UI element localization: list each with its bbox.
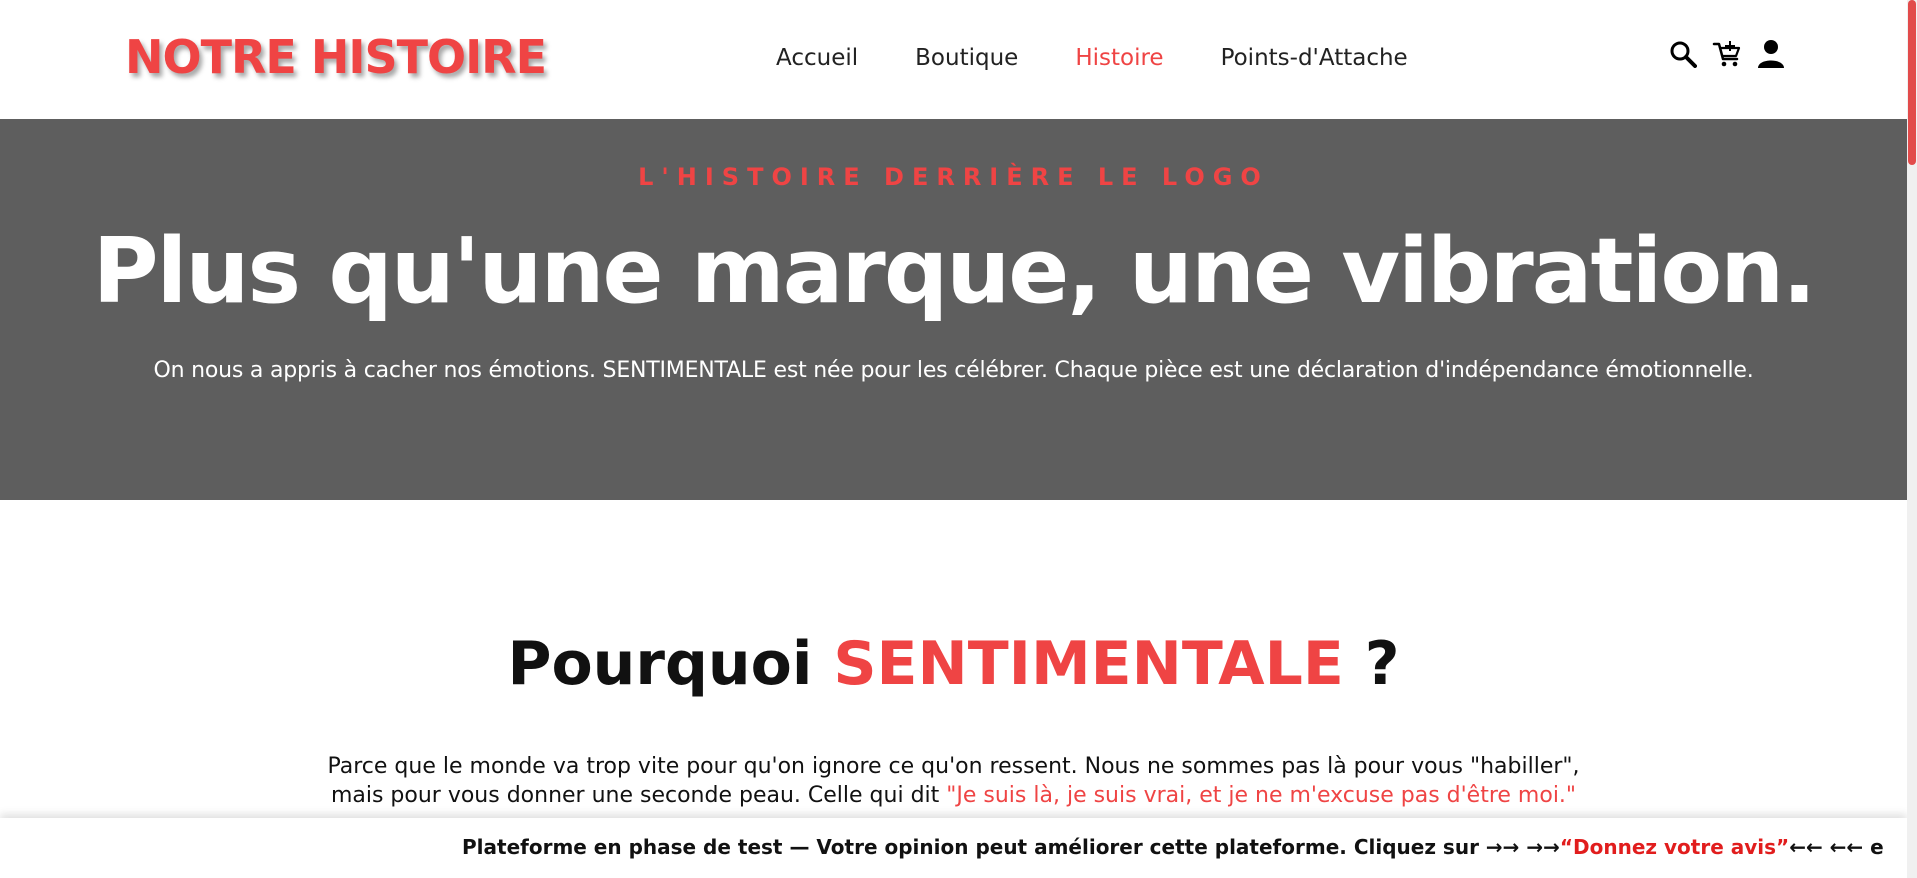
why-text-line2: mais pour vous donner une seconde peau. … bbox=[330, 783, 947, 808]
hero-section: L'HISTOIRE DERRIÈRE LE LOGO Plus qu'une … bbox=[0, 119, 1907, 500]
feedback-marquee: Plateforme en phase de test — Votre opin… bbox=[462, 832, 1884, 862]
why-title-accent: SENTIMENTALE bbox=[833, 629, 1344, 699]
nav-link-points-dattache[interactable]: Points-d'Attache bbox=[1221, 40, 1408, 76]
nav-link-boutique[interactable]: Boutique bbox=[915, 40, 1018, 76]
why-text: Parce que le monde va trop vite pour qu'… bbox=[0, 752, 1907, 810]
feedback-tail: ←← ←← e bbox=[1789, 835, 1884, 859]
feedback-text: Plateforme en phase de test — Votre opin… bbox=[462, 835, 1560, 859]
page-scrollbar[interactable] bbox=[1907, 0, 1917, 878]
hero-text: On nous a appris à cacher nos émotions. … bbox=[153, 358, 1754, 383]
why-text-line1: Parce que le monde va trop vite pour qu'… bbox=[327, 754, 1580, 779]
feedback-banner: Plateforme en phase de test — Votre opin… bbox=[0, 818, 1907, 878]
nav-link-histoire[interactable]: Histoire bbox=[1075, 40, 1163, 76]
nav-link-accueil[interactable]: Accueil bbox=[776, 40, 858, 76]
cart-icon[interactable] bbox=[1712, 38, 1742, 70]
search-icon[interactable] bbox=[1668, 38, 1698, 70]
why-quote: "Je suis là, je suis vrai, et je ne m'ex… bbox=[946, 783, 1577, 808]
user-icon[interactable] bbox=[1756, 38, 1786, 70]
hero-eyebrow: L'HISTOIRE DERRIÈRE LE LOGO bbox=[638, 163, 1269, 191]
why-title-prefix: Pourquoi bbox=[507, 629, 834, 699]
why-title: Pourquoi SENTIMENTALE ? bbox=[0, 628, 1907, 700]
site-logo[interactable]: NOTRE HISTOIRE bbox=[125, 29, 547, 85]
page: NOTRE HISTOIRE Accueil Boutique Histoire… bbox=[0, 0, 1917, 878]
main-nav: Accueil Boutique Histoire Points-d'Attac… bbox=[776, 40, 1465, 76]
header-icons bbox=[1668, 38, 1786, 70]
feedback-link[interactable]: “Donnez votre avis” bbox=[1560, 835, 1789, 859]
site-header: NOTRE HISTOIRE Accueil Boutique Histoire… bbox=[0, 0, 1907, 119]
why-title-suffix: ? bbox=[1343, 629, 1400, 699]
scrollbar-thumb[interactable] bbox=[1908, 0, 1916, 165]
hero-title: Plus qu'une marque, une vibration. bbox=[92, 219, 1817, 324]
